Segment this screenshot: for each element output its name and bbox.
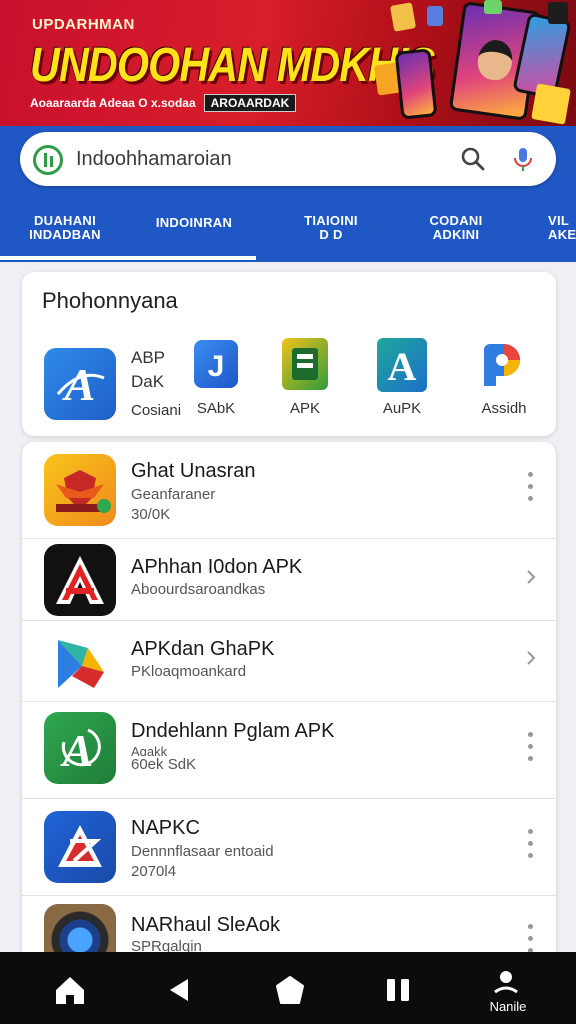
play-triangle-icon [44,626,116,698]
featured-card: Phohonnyana A ABP DaK Cosiani J SAbK APK… [22,272,556,436]
more-vert-icon[interactable] [526,732,534,766]
search-bar[interactable]: Indoohhamaroian [20,132,556,186]
list-item-meta: 60ek SdK [131,756,197,773]
featured-app-4-label: AuPK [382,400,422,417]
list-item-title: APKdan GhaPK [131,638,275,660]
list-item-meta: 30/0K [131,506,171,523]
back-icon[interactable] [160,970,200,1010]
list-item-subtitle: Dennnflasaar entoaid [131,843,274,860]
featured-app-2-label: SAbK [196,400,236,417]
list-item-title: NARhaul SleAok [131,914,280,936]
banner-subtitle-text: Aoaaraarda Adeaa O x.sodaa [30,96,196,110]
list-item-subtitle: Aboourdsaroandkas [131,581,266,598]
list-item[interactable]: A Dndehlann Pɡlam APK Aɑakk 60ek SdK [22,702,556,799]
a-star-blue-icon [44,811,116,883]
j-blue-icon[interactable]: J [194,340,238,388]
banner-pill: AROAARDAK [203,94,297,112]
tab-tiaioini[interactable]: TIAIOINI D D [284,214,378,242]
chevron-right-icon[interactable] [522,649,540,667]
tab-indoinran[interactable]: INDOINRAN [138,216,250,230]
active-tab-indicator [0,256,256,260]
app-header: Indoohhamaroian DUAHANI INDADBAN INDOINR… [0,126,576,262]
svg-text:A: A [388,344,417,389]
list-item[interactable]: NAPKC Dennnflasaar entoaid 2070l4 [22,799,556,896]
eagle-badge-icon [44,454,116,526]
recents-icon[interactable] [378,970,418,1010]
list-item[interactable]: Ghat Unasran Geanfaraner 30/0K [22,442,556,539]
nav-profile-label: Nanile [489,999,527,1014]
app-logo-icon [33,145,63,175]
more-vert-icon[interactable] [526,829,534,863]
list-item-meta: 2070l4 [131,863,177,880]
list-item-title: APhhan I0don APK [131,556,303,578]
list-item[interactable]: APhhan I0don APK Aboourdsaroandkas [22,539,556,621]
list-item-title: Ghat Unasran [131,460,256,482]
home-icon[interactable] [50,970,90,1010]
app-list: Ghat Unasran Geanfaraner 30/0K APhhan I0… [22,442,556,962]
mic-icon[interactable] [510,145,536,173]
banner-top-text: UPDARHMAN [32,16,135,33]
list-item-subtitle: PKloaqmoankard [131,663,247,680]
featured-app-1-line2: DaK [131,372,165,391]
bottom-navigation: Nanile [0,952,576,1024]
banner-phones-image [372,0,576,126]
featured-title: Phohonnyana [42,288,178,313]
a-teal-icon[interactable]: A [377,338,427,392]
tab-duahani[interactable]: DUAHANI INDADBAN [14,214,116,242]
home-pentagon-icon[interactable] [270,970,310,1010]
featured-app-3-label: APK [289,400,320,417]
promo-banner[interactable]: UPDARHMAN UNDOOHAN MDKHIS Aoaaraarda Ade… [0,0,576,126]
featured-app-1-line1: ABP [131,348,166,367]
p-multicolor-icon[interactable] [480,340,526,390]
chevron-right-icon[interactable] [522,568,540,586]
a-red-icon [44,544,116,616]
featured-app-1-line3: Cosiani [131,402,182,419]
svg-text:J: J [208,350,225,383]
a-blue-icon[interactable]: A [44,348,116,420]
banner-subtitle: Aoaaraarda Adeaa O x.sodaa AROAARDAK [30,94,297,112]
list-item-title: Dndehlann Pɡlam APK [131,720,335,742]
category-tabs: DUAHANI INDADBAN INDOINRAN TIAIOINI D D … [0,206,576,262]
profile-icon[interactable] [488,964,524,1000]
tab-codani[interactable]: CODANI ADKINI [410,214,502,242]
book-green-icon[interactable] [282,338,328,390]
list-item[interactable]: APKdan GhaPK PKloaqmoankard [22,621,556,702]
search-input[interactable]: Indoohhamaroian [76,148,232,171]
a-green-icon: A [44,712,116,784]
featured-app-5-label: Assidh [481,400,527,417]
search-icon[interactable] [460,146,486,172]
list-item-title: NAPKC [131,817,200,839]
more-vert-icon[interactable] [526,472,534,506]
tab-vil[interactable]: VIL AKE [532,214,576,242]
list-item-subtitle: Geanfaraner [131,486,216,503]
